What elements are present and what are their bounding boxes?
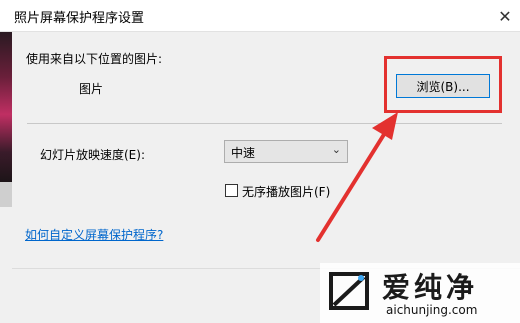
brand-url: aichunjing.com — [386, 303, 478, 317]
brand-logo-icon — [329, 272, 369, 310]
brand-name: 爱纯净 — [382, 271, 479, 304]
watermark: 爱纯净 aichunjing.com — [320, 263, 520, 323]
